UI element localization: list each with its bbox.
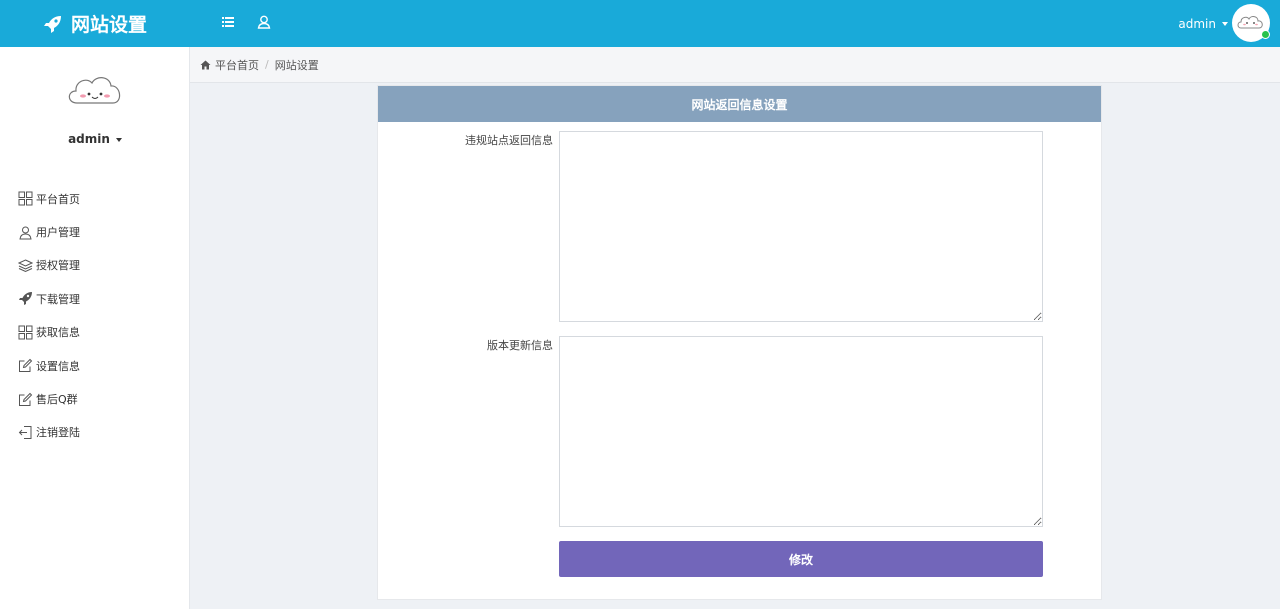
user-icon[interactable] — [256, 14, 272, 30]
grid-icon — [18, 191, 33, 206]
breadcrumb: 平台首页 / 网站设置 — [190, 47, 1280, 83]
online-status-dot — [1261, 30, 1270, 39]
sidebar-item-label: 下载管理 — [36, 292, 80, 306]
breadcrumb-current: 网站设置 — [274, 58, 319, 72]
sidebar-item-label: 售后Q群 — [36, 393, 78, 407]
sidebar-item-label: 获取信息 — [36, 326, 80, 340]
user-icon — [19, 226, 32, 240]
version-update-textarea[interactable] — [559, 336, 1043, 527]
edit-icon — [19, 358, 33, 373]
sidebar-user-name: admin — [68, 132, 110, 146]
rocket-icon — [43, 15, 61, 33]
top-navbar: 网站设置 admin — [0, 0, 1280, 47]
sidebar-item-label: 设置信息 — [36, 359, 80, 373]
violation-message-textarea[interactable] — [559, 131, 1043, 322]
submit-button[interactable]: 修改 — [559, 541, 1043, 577]
sidebar-item-logout[interactable]: 注销登陆 — [18, 416, 80, 449]
user-name: admin — [1178, 16, 1216, 31]
violation-message-label: 违规站点返回信息 — [465, 134, 553, 147]
sidebar-item-fetch-info[interactable]: 获取信息 — [18, 316, 80, 349]
sidebar-item-label: 平台首页 — [36, 192, 80, 206]
layers-icon — [18, 259, 33, 273]
rocket-icon — [19, 292, 32, 306]
menu-icon[interactable] — [220, 14, 236, 30]
sidebar-nav: 平台首页 用户管理 授权管理 下载管理 获取信息 设置信息 售后Q群 注销登陆 — [18, 182, 80, 449]
caret-down-icon — [1222, 21, 1228, 26]
brand-title: 网站设置 — [70, 14, 147, 36]
logout-icon — [18, 425, 32, 439]
sidebar-user-dropdown[interactable]: admin — [0, 132, 190, 146]
home-icon — [200, 60, 211, 69]
sidebar-item-label: 用户管理 — [36, 226, 80, 240]
panel-title: 网站返回信息设置 — [378, 86, 1101, 122]
sidebar-item-license[interactable]: 授权管理 — [18, 249, 80, 282]
sidebar-item-support-group[interactable]: 售后Q群 — [18, 382, 80, 415]
cloud-avatar-icon — [68, 77, 121, 104]
sidebar: admin 平台首页 用户管理 授权管理 下载管理 获取信息 设置信息 售后Q群… — [0, 47, 190, 609]
sidebar-item-downloads[interactable]: 下载管理 — [18, 282, 80, 315]
sidebar-item-users[interactable]: 用户管理 — [18, 215, 80, 248]
grid-icon — [18, 325, 33, 340]
avatar[interactable] — [1232, 4, 1270, 42]
edit-icon — [19, 392, 33, 406]
user-dropdown[interactable]: admin — [1178, 0, 1228, 47]
settings-panel: 网站返回信息设置 违规站点返回信息 版本更新信息 修改 — [377, 85, 1102, 600]
breadcrumb-home-link[interactable]: 平台首页 — [215, 57, 259, 73]
version-update-label: 版本更新信息 — [487, 339, 553, 352]
brand[interactable]: 网站设置 — [0, 0, 190, 47]
breadcrumb-separator: / — [265, 58, 269, 71]
caret-down-icon — [115, 137, 122, 142]
sidebar-item-settings[interactable]: 设置信息 — [18, 349, 80, 382]
sidebar-item-label: 注销登陆 — [36, 426, 80, 440]
sidebar-item-label: 授权管理 — [36, 259, 80, 273]
sidebar-item-dashboard[interactable]: 平台首页 — [18, 182, 80, 215]
